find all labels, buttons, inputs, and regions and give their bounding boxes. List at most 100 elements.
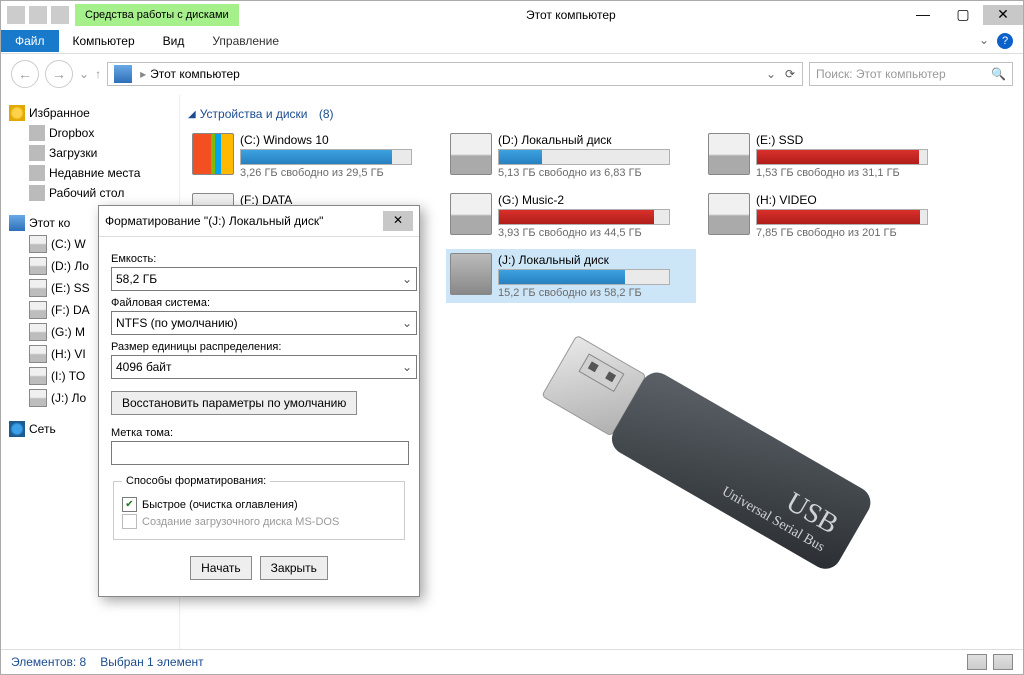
view-details-icon[interactable] (967, 654, 987, 670)
drive-usage-bar (240, 149, 412, 165)
dialog-titlebar[interactable]: Форматирование "(J:) Локальный диск" ✕ (99, 206, 419, 237)
dialog-close-button[interactable]: ✕ (383, 211, 413, 231)
drive-card[interactable]: (D:) Локальный диск 5,13 ГБ свободно из 6… (446, 129, 696, 183)
ribbon-file[interactable]: Файл (1, 30, 59, 52)
allocation-label: Размер единицы распределения: (111, 341, 407, 353)
capacity-select[interactable]: 58,2 ГБ⌄ (111, 267, 417, 291)
window-title: Этот компьютер (239, 8, 903, 22)
ribbon-expand-icon[interactable]: ⌄ (979, 33, 989, 49)
volume-label-label: Метка тома: (111, 427, 407, 439)
folder-icon (29, 145, 45, 161)
back-button[interactable]: ← (11, 60, 39, 88)
format-dialog: Форматирование "(J:) Локальный диск" ✕ Е… (98, 205, 420, 597)
drive-free-text: 3,93 ГБ свободно из 44,5 ГБ (498, 227, 692, 239)
sidebar-item-dropbox[interactable]: Dropbox (5, 123, 175, 143)
star-icon (9, 105, 25, 121)
start-button[interactable]: Начать (190, 556, 252, 580)
drive-icon (29, 389, 47, 407)
drive-usage-bar (756, 149, 928, 165)
address-dropdown-icon[interactable]: ⌄ (762, 67, 780, 81)
desktop-icon (29, 185, 45, 201)
drive-name: (G:) Music-2 (498, 193, 692, 207)
ribbon: Файл Компьютер Вид Управление ⌄ ? (1, 29, 1023, 54)
breadcrumb-current[interactable]: Этот компьютер (150, 67, 240, 81)
drive-free-text: 15,2 ГБ свободно из 58,2 ГБ (498, 287, 692, 299)
computer-icon (9, 215, 25, 231)
sidebar-item-downloads[interactable]: Загрузки (5, 143, 175, 163)
dropbox-icon (29, 125, 45, 141)
chevron-down-icon: ⌄ (402, 272, 412, 286)
format-options-legend: Способы форматирования: (122, 475, 270, 487)
drive-free-text: 7,85 ГБ свободно из 201 ГБ (756, 227, 950, 239)
drive-name: (E:) SSD (756, 133, 950, 147)
nav-bar: ← → ⌄ ↑ ▸ Этот компьютер ⌄ ⟳ Поиск: Этот… (1, 54, 1023, 95)
drive-icon (192, 133, 234, 175)
ribbon-manage[interactable]: Управление (198, 30, 293, 52)
drive-card[interactable]: (J:) Локальный диск15,2 ГБ свободно из 5… (446, 249, 696, 303)
minimize-button[interactable]: — (903, 5, 943, 25)
drive-icon (450, 193, 492, 235)
search-icon: 🔍 (991, 67, 1006, 81)
drive-icon (29, 235, 47, 253)
quick-format-checkbox[interactable]: ✔Быстрое (очистка оглавления) (122, 497, 396, 512)
drive-usage-bar (498, 269, 670, 285)
drive-icon (708, 133, 750, 175)
dialog-title: Форматирование "(J:) Локальный диск" (105, 214, 323, 228)
address-bar[interactable]: ▸ Этот компьютер ⌄ ⟳ (107, 62, 803, 86)
filesystem-label: Файловая система: (111, 297, 407, 309)
checkbox-checked-icon: ✔ (122, 497, 137, 512)
title-bar: Средства работы с дисками Этот компьютер… (1, 1, 1023, 29)
recent-icon (29, 165, 45, 181)
filesystem-select[interactable]: NTFS (по умолчанию)⌄ (111, 311, 417, 335)
allocation-select[interactable]: 4096 байт⌄ (111, 355, 417, 379)
restore-defaults-button[interactable]: Восстановить параметры по умолчанию (111, 391, 357, 415)
sidebar-favorites-header[interactable]: Избранное (5, 103, 175, 123)
search-placeholder: Поиск: Этот компьютер (816, 67, 946, 81)
msdos-boot-checkbox: Создание загрузочного диска MS-DOS (122, 514, 396, 529)
status-selected: Выбран 1 элемент (100, 655, 203, 669)
drive-icon (29, 323, 47, 341)
capacity-label: Емкость: (111, 253, 407, 265)
drive-icon (450, 133, 492, 175)
up-button[interactable]: ↑ (95, 67, 101, 81)
ribbon-computer[interactable]: Компьютер (59, 30, 149, 52)
drive-icon (708, 193, 750, 235)
drive-card[interactable]: (G:) Music-2 3,93 ГБ свободно из 44,5 ГБ (446, 189, 696, 243)
drive-card[interactable]: (E:) SSD1,53 ГБ свободно из 31,1 ГБ (704, 129, 954, 183)
view-large-icons-icon[interactable] (993, 654, 1013, 670)
breadcrumb-sep-icon: ▸ (140, 67, 146, 81)
maximize-button[interactable]: ▢ (943, 5, 983, 25)
volume-label-input[interactable] (111, 441, 409, 465)
drive-free-text: 5,13 ГБ свободно из 6,83 ГБ (498, 167, 692, 179)
search-input[interactable]: Поиск: Этот компьютер 🔍 (809, 62, 1013, 86)
collapse-icon: ◢ (188, 109, 196, 120)
drive-icon (29, 367, 47, 385)
drive-card[interactable]: (C:) Windows 103,26 ГБ свободно из 29,5 … (188, 129, 438, 183)
close-button[interactable]: Закрыть (260, 556, 328, 580)
recent-locations-icon[interactable]: ⌄ (79, 67, 89, 81)
sidebar-item-desktop[interactable]: Рабочий стол (5, 183, 175, 203)
drive-name: (D:) Локальный диск (498, 133, 692, 147)
network-icon (9, 421, 25, 437)
forward-button[interactable]: → (45, 60, 73, 88)
status-item-count: Элементов: 8 (11, 655, 86, 669)
drive-icon (29, 345, 47, 363)
ribbon-view[interactable]: Вид (149, 30, 199, 52)
qat-btn-1[interactable] (29, 6, 47, 24)
drive-usage-bar (498, 149, 670, 165)
drive-icon (29, 257, 47, 275)
drive-icon (29, 301, 47, 319)
help-icon[interactable]: ? (997, 33, 1013, 49)
drive-icon (450, 253, 492, 295)
app-icon (7, 6, 25, 24)
drive-card[interactable]: (H:) VIDEO 7,85 ГБ свободно из 201 ГБ (704, 189, 954, 243)
section-devices-header[interactable]: ◢ Устройства и диски (8) (188, 103, 1015, 125)
contextual-ribbon-label: Средства работы с дисками (75, 4, 239, 26)
drive-name: (H:) VIDEO (756, 193, 950, 207)
qat-btn-2[interactable] (51, 6, 69, 24)
drive-free-text: 3,26 ГБ свободно из 29,5 ГБ (240, 167, 434, 179)
refresh-icon[interactable]: ⟳ (780, 67, 800, 81)
close-button[interactable]: ✕ (983, 5, 1023, 25)
sidebar-item-recent[interactable]: Недавние места (5, 163, 175, 183)
drive-icon (29, 279, 47, 297)
